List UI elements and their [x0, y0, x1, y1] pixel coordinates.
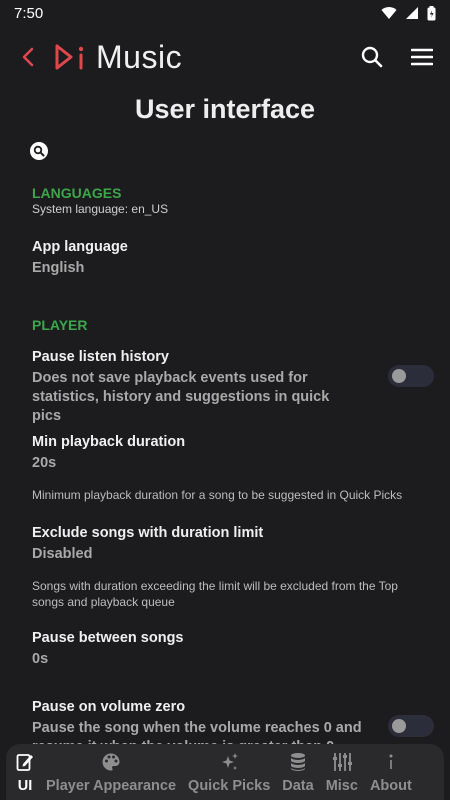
- sparkle-icon: [222, 753, 239, 770]
- pause-on-volume-zero-title: Pause on volume zero: [32, 699, 186, 715]
- nav-label-quick-picks: Quick Picks: [188, 778, 271, 794]
- app-bar: Music: [0, 32, 450, 82]
- bottom-navigation: UI Player Appearance Quick Picks Data Mi…: [6, 744, 444, 800]
- nav-item-about[interactable]: About: [364, 744, 418, 800]
- min-playback-duration-note: Minimum playback duration for a song to …: [32, 488, 403, 502]
- nav-item-ui[interactable]: UI: [10, 744, 40, 800]
- section-header-player: PLAYER: [32, 317, 88, 333]
- chevron-left-icon: [22, 47, 34, 67]
- toggle-knob: [392, 719, 406, 733]
- app-title: Music: [96, 38, 183, 75]
- battery-icon: [427, 5, 436, 20]
- nav-label-about: About: [369, 778, 412, 794]
- sliders-icon: [332, 753, 352, 771]
- palette-icon: [102, 753, 120, 771]
- exclude-songs-duration-value: Disabled: [32, 546, 93, 562]
- info-icon: [389, 754, 393, 769]
- min-playback-duration-title: Min playback duration: [32, 434, 186, 450]
- pause-between-songs-value: 0s: [32, 651, 49, 667]
- search-icon: [361, 46, 383, 68]
- app-logo: Music: [54, 39, 182, 76]
- pause-on-volume-zero-toggle[interactable]: [388, 715, 434, 737]
- toggle-knob: [392, 369, 406, 383]
- signal-icon: [406, 7, 418, 19]
- settings-search-button[interactable]: [30, 142, 48, 160]
- nav-label-ui: UI: [17, 778, 33, 794]
- exclude-songs-duration-title: Exclude songs with duration limit: [32, 525, 264, 541]
- nav-label-player-appearance: Player Appearance: [46, 778, 177, 794]
- section-header-languages: LANGUAGES: [32, 185, 122, 201]
- edit-icon: [16, 754, 33, 771]
- nav-item-player-appearance[interactable]: Player Appearance: [40, 744, 182, 800]
- music-logo-icon: [55, 44, 84, 70]
- pause-listen-history-toggle[interactable]: [388, 365, 434, 387]
- search-button[interactable]: [356, 41, 388, 73]
- app-language-title: App language: [32, 239, 128, 255]
- search-icon: [33, 145, 45, 157]
- status-icons: [381, 5, 436, 21]
- app-language-value: English: [32, 260, 85, 276]
- nav-label-data: Data: [282, 778, 314, 794]
- hamburger-menu-icon: [411, 48, 433, 66]
- nav-item-data[interactable]: Data: [276, 744, 319, 800]
- back-button[interactable]: [12, 41, 44, 73]
- system-language-text: System language: en_US: [32, 202, 169, 216]
- pause-listen-history-title: Pause listen history: [32, 349, 169, 365]
- page-title: User interface: [134, 94, 316, 124]
- database-icon: [290, 753, 305, 771]
- nav-item-quick-picks[interactable]: Quick Picks: [182, 744, 276, 800]
- status-time: 7:50: [14, 4, 44, 22]
- menu-button[interactable]: [406, 41, 438, 73]
- pause-between-songs-title: Pause between songs: [32, 630, 184, 646]
- pause-listen-history-description: Does not save playback events used for s…: [32, 370, 330, 424]
- status-bar: 7:50: [0, 0, 450, 26]
- wifi-icon: [381, 7, 397, 20]
- min-playback-duration-value: 20s: [32, 455, 57, 471]
- exclude-songs-duration-note: Songs with duration exceeding the limit …: [32, 579, 398, 609]
- nav-label-misc: Misc: [325, 778, 358, 794]
- nav-item-misc[interactable]: Misc: [320, 744, 364, 800]
